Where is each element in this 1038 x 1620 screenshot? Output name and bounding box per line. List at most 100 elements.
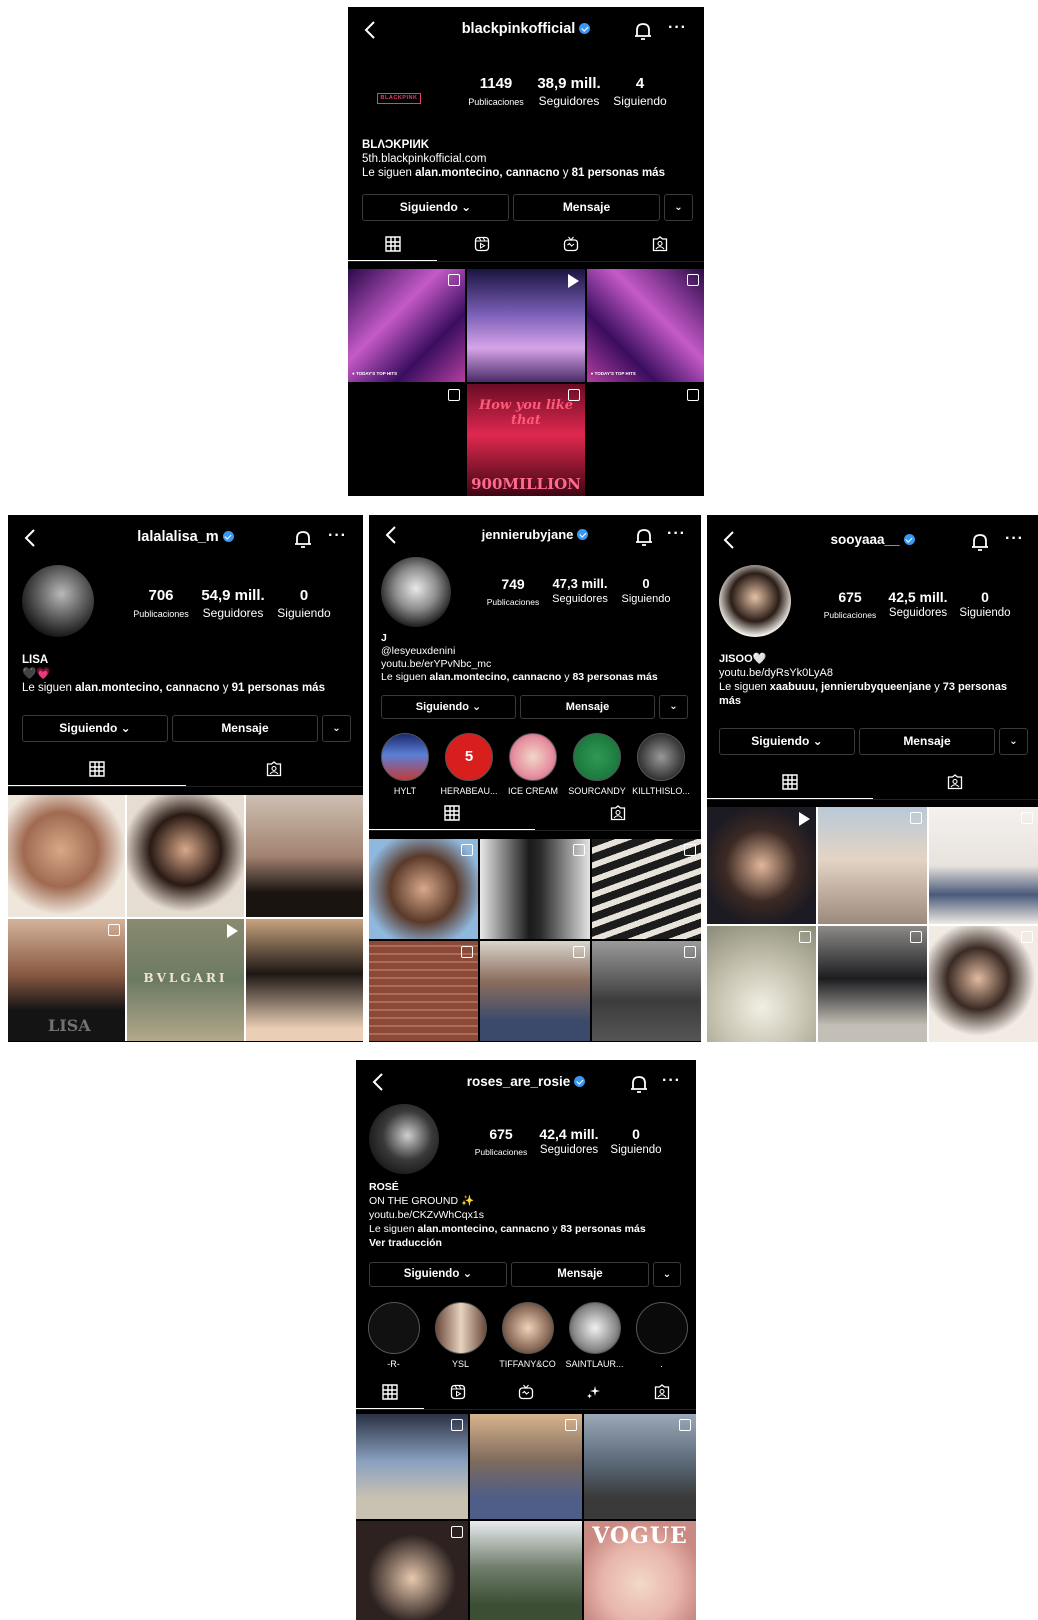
bell-icon[interactable] bbox=[292, 528, 314, 550]
tab-guides[interactable] bbox=[560, 1376, 628, 1408]
more-options-icon[interactable]: ··· bbox=[667, 525, 686, 543]
post-thumbnail[interactable] bbox=[8, 795, 125, 917]
post-thumbnail[interactable] bbox=[246, 919, 363, 1041]
post-thumbnail[interactable]: ● TODAY'S TOP HITS bbox=[348, 269, 466, 382]
followers-count[interactable]: 42,4 mill. bbox=[538, 1126, 600, 1142]
post-thumbnail[interactable] bbox=[369, 941, 479, 1041]
following-label[interactable]: Siguiendo bbox=[274, 606, 334, 620]
avatar[interactable]: BLACKPINK bbox=[358, 57, 442, 141]
post-thumbnail[interactable] bbox=[707, 926, 816, 1042]
following-count[interactable]: 4 bbox=[610, 75, 670, 92]
bio-link[interactable]: youtu.be/erYPvNbc_mc bbox=[381, 658, 693, 671]
post-thumbnail[interactable] bbox=[369, 839, 479, 939]
message-button[interactable]: Mensaje bbox=[511, 1262, 649, 1287]
post-thumbnail[interactable] bbox=[707, 807, 816, 924]
post-thumbnail[interactable] bbox=[348, 384, 466, 496]
followed-by[interactable]: Le siguen alan.montecino, cannacno y 91 … bbox=[22, 681, 352, 695]
bio-link[interactable]: 5th.blackpinkofficial.com bbox=[362, 152, 692, 166]
tab-grid[interactable] bbox=[369, 797, 535, 830]
followers-count[interactable]: 42,5 mill. bbox=[887, 589, 949, 605]
message-button[interactable]: Mensaje bbox=[520, 695, 655, 719]
avatar[interactable] bbox=[719, 565, 791, 637]
bell-icon[interactable] bbox=[628, 1073, 650, 1095]
post-thumbnail[interactable] bbox=[591, 941, 701, 1041]
followed-by[interactable]: Le siguen alan.montecino, cannacno y 83 … bbox=[369, 1222, 689, 1236]
post-thumbnail[interactable] bbox=[929, 926, 1038, 1042]
highlight-item[interactable]: SAINTLAUR... bbox=[561, 1302, 628, 1369]
post-thumbnail[interactable] bbox=[591, 839, 701, 939]
post-thumbnail[interactable] bbox=[818, 926, 927, 1042]
bell-icon[interactable] bbox=[632, 20, 654, 42]
post-thumbnail[interactable] bbox=[584, 1414, 696, 1519]
followers-label[interactable]: Seguidores bbox=[887, 607, 949, 619]
tab-reels[interactable] bbox=[424, 1376, 492, 1408]
highlight-item[interactable]: -R- bbox=[360, 1302, 427, 1369]
followed-by[interactable]: Le siguen alan.montecino, cannacno y 83 … bbox=[381, 671, 693, 684]
following-label[interactable]: Siguiendo bbox=[618, 593, 674, 605]
followers-label[interactable]: Seguidores bbox=[538, 1144, 600, 1156]
highlight-item[interactable]: YSL bbox=[427, 1302, 494, 1369]
tab-grid[interactable] bbox=[707, 766, 873, 799]
tab-grid[interactable] bbox=[356, 1376, 424, 1409]
highlight-item[interactable]: SOURCANDY bbox=[565, 733, 629, 796]
post-thumbnail[interactable] bbox=[480, 839, 590, 939]
bio-link[interactable]: youtu.be/CKZvWhCqx1s bbox=[369, 1208, 689, 1222]
bio-handle[interactable]: @lesyeuxdenini bbox=[381, 645, 693, 658]
bell-icon[interactable] bbox=[969, 531, 991, 553]
post-thumbnail[interactable]: ● TODAY'S TOP HITS bbox=[586, 269, 704, 382]
tab-reels[interactable] bbox=[437, 228, 526, 260]
translate-link[interactable]: Ver traducción bbox=[369, 1236, 689, 1250]
highlight-item[interactable]: 5 HERABEAU... bbox=[437, 733, 501, 796]
avatar[interactable] bbox=[22, 565, 94, 637]
post-thumbnail[interactable] bbox=[356, 1414, 468, 1519]
tab-grid[interactable] bbox=[8, 753, 186, 786]
highlight-item[interactable]: KILLTHISLO... bbox=[629, 733, 693, 796]
highlight-item[interactable]: ICE CREAM bbox=[501, 733, 565, 796]
suggested-dropdown-button[interactable]: ⌄ bbox=[322, 715, 351, 742]
post-thumbnail[interactable]: BVLGARI bbox=[127, 919, 244, 1041]
followers-count[interactable]: 38,9 mill. bbox=[536, 75, 602, 92]
post-thumbnail[interactable] bbox=[127, 795, 244, 917]
tab-tagged[interactable] bbox=[535, 797, 701, 829]
following-count[interactable]: 0 bbox=[608, 1126, 664, 1142]
following-label[interactable]: Siguiendo bbox=[957, 607, 1013, 619]
tab-igtv[interactable] bbox=[492, 1376, 560, 1408]
message-button[interactable]: Mensaje bbox=[859, 728, 995, 755]
more-options-icon[interactable]: ··· bbox=[662, 1072, 681, 1090]
post-thumbnail[interactable]: How you like that 900MILLION bbox=[467, 384, 585, 496]
bell-icon[interactable] bbox=[633, 526, 655, 548]
followers-count[interactable]: 54,9 mill. bbox=[200, 587, 266, 604]
following-label[interactable]: Siguiendo bbox=[610, 94, 670, 108]
suggested-dropdown-button[interactable]: ⌄ bbox=[653, 1262, 681, 1287]
highlight-item[interactable]: . bbox=[628, 1302, 695, 1369]
highlight-item[interactable]: HYLT bbox=[373, 733, 437, 796]
post-thumbnail[interactable] bbox=[929, 807, 1038, 924]
following-button[interactable]: Siguiendo ⌄ bbox=[22, 715, 168, 742]
tab-igtv[interactable] bbox=[526, 228, 615, 260]
tab-tagged[interactable] bbox=[628, 1376, 696, 1408]
suggested-dropdown-button[interactable]: ⌄ bbox=[999, 728, 1028, 755]
more-options-icon[interactable]: ··· bbox=[668, 19, 687, 37]
post-thumbnail[interactable] bbox=[470, 1414, 582, 1519]
following-button[interactable]: Siguiendo ⌄ bbox=[719, 728, 855, 755]
message-button[interactable]: Mensaje bbox=[513, 194, 660, 221]
tab-tagged[interactable] bbox=[873, 766, 1038, 798]
tab-grid[interactable] bbox=[348, 228, 437, 261]
post-thumbnail[interactable] bbox=[480, 941, 590, 1041]
avatar[interactable] bbox=[369, 1104, 439, 1174]
post-thumbnail[interactable] bbox=[356, 1521, 468, 1620]
following-button[interactable]: Siguiendo ⌄ bbox=[369, 1262, 507, 1287]
followers-label[interactable]: Seguidores bbox=[550, 593, 610, 605]
tab-tagged[interactable] bbox=[186, 753, 364, 785]
followed-by[interactable]: Le siguen xaabuuu, jennierubyqueenjane y… bbox=[719, 680, 1029, 708]
post-thumbnail[interactable] bbox=[246, 795, 363, 917]
post-thumbnail[interactable] bbox=[470, 1521, 582, 1620]
message-button[interactable]: Mensaje bbox=[172, 715, 318, 742]
post-thumbnail[interactable] bbox=[467, 269, 585, 382]
post-thumbnail[interactable]: LISA bbox=[8, 919, 125, 1041]
followers-label[interactable]: Seguidores bbox=[200, 606, 266, 620]
suggested-dropdown-button[interactable]: ⌄ bbox=[664, 194, 693, 221]
post-thumbnail[interactable] bbox=[586, 384, 704, 496]
highlight-item[interactable]: TIFFANY&CO bbox=[494, 1302, 561, 1369]
followers-label[interactable]: Seguidores bbox=[536, 94, 602, 108]
